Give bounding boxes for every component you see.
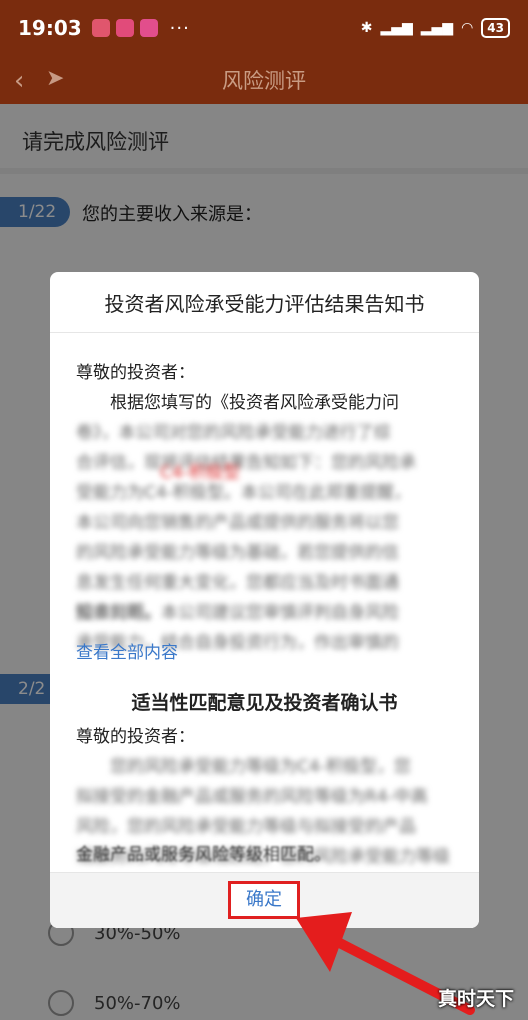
notice-line: 根据您填写的《投资者风险承受能力问 — [110, 393, 399, 413]
greeting: 尊敬的投资者： — [76, 727, 195, 747]
status-time: 19:03 — [18, 16, 82, 40]
section-title: 适当性匹配意见及投资者确认书 — [131, 692, 398, 714]
dialog-footer: 确定 — [50, 872, 479, 928]
notification-app-icon — [115, 19, 134, 37]
chevron-left-icon[interactable]: ‹ — [14, 66, 24, 96]
dialog-title: 投资者风险承受能力评估结果告知书 — [104, 292, 425, 316]
wifi-icon: ◠ — [461, 20, 474, 36]
page-title: 风险测评 — [222, 69, 306, 93]
notification-app-icon — [139, 19, 158, 37]
more-notifications-icon: ··· — [169, 17, 190, 39]
risk-level-highlight: C4-积极型 — [160, 463, 240, 483]
battery-indicator: 43 — [481, 18, 510, 38]
confirmation-line: 拟接受的金融产品或服务的风险等级为R4-中高 — [76, 787, 428, 807]
watermark: 真时天下 — [438, 988, 515, 1010]
notice-line: 受能力为C4-积极型。本公司在此郑重提醒， — [76, 483, 411, 503]
notice-line: 合评估，现将评估结果告知如下：您的风险承 — [76, 453, 416, 473]
status-bar: 19:03 ··· ✱ ▂▄▆ ▂▄▆ ◠ 43 — [0, 0, 528, 56]
view-all-link[interactable]: 查看全部内容 — [76, 638, 178, 663]
notification-app-icon — [91, 19, 110, 37]
status-indicators: ✱ ▂▄▆ ▂▄▆ ◠ 43 — [361, 18, 510, 38]
paper-plane-icon[interactable]: ➤ — [46, 66, 64, 91]
app-bar: ‹ ➤ 风险测评 — [0, 56, 528, 104]
confirmation-line: 您的风险承受能力等级为C4-积极型，您 — [110, 757, 411, 777]
confirm-button[interactable]: 确定 — [228, 881, 300, 919]
confirmation-line: 金融产品或服务风险等级相匹配。 — [76, 845, 331, 865]
signal-icon: ▂▄▆ — [380, 20, 413, 36]
notice-line: 的风险承受能力等级为基础，若您提供的信 — [76, 543, 399, 563]
notice-line: 息发生任何重大变化，您都应当及时书面通 — [76, 573, 399, 593]
notice-line: 本公司向您销售的产品或提供的服务将以您 — [76, 513, 399, 533]
greeting: 尊敬的投资者： — [76, 363, 195, 383]
signal-icon: ▂▄▆ — [420, 20, 454, 36]
bluetooth-icon: ✱ — [360, 20, 373, 36]
notice-line: 卷》，本公司对您的风险承受能力进行了综 — [76, 423, 391, 443]
dialog-divider — [50, 332, 479, 333]
risk-assessment-dialog: 投资者风险承受能力评估结果告知书 尊敬的投资者： 根据您填写的《投资者风险承受能… — [50, 272, 479, 928]
confirmation-line: 风险，您的风险承受能力等级与拟接受的产品 — [76, 817, 416, 837]
notice-line: 投资判断。 — [76, 603, 161, 623]
